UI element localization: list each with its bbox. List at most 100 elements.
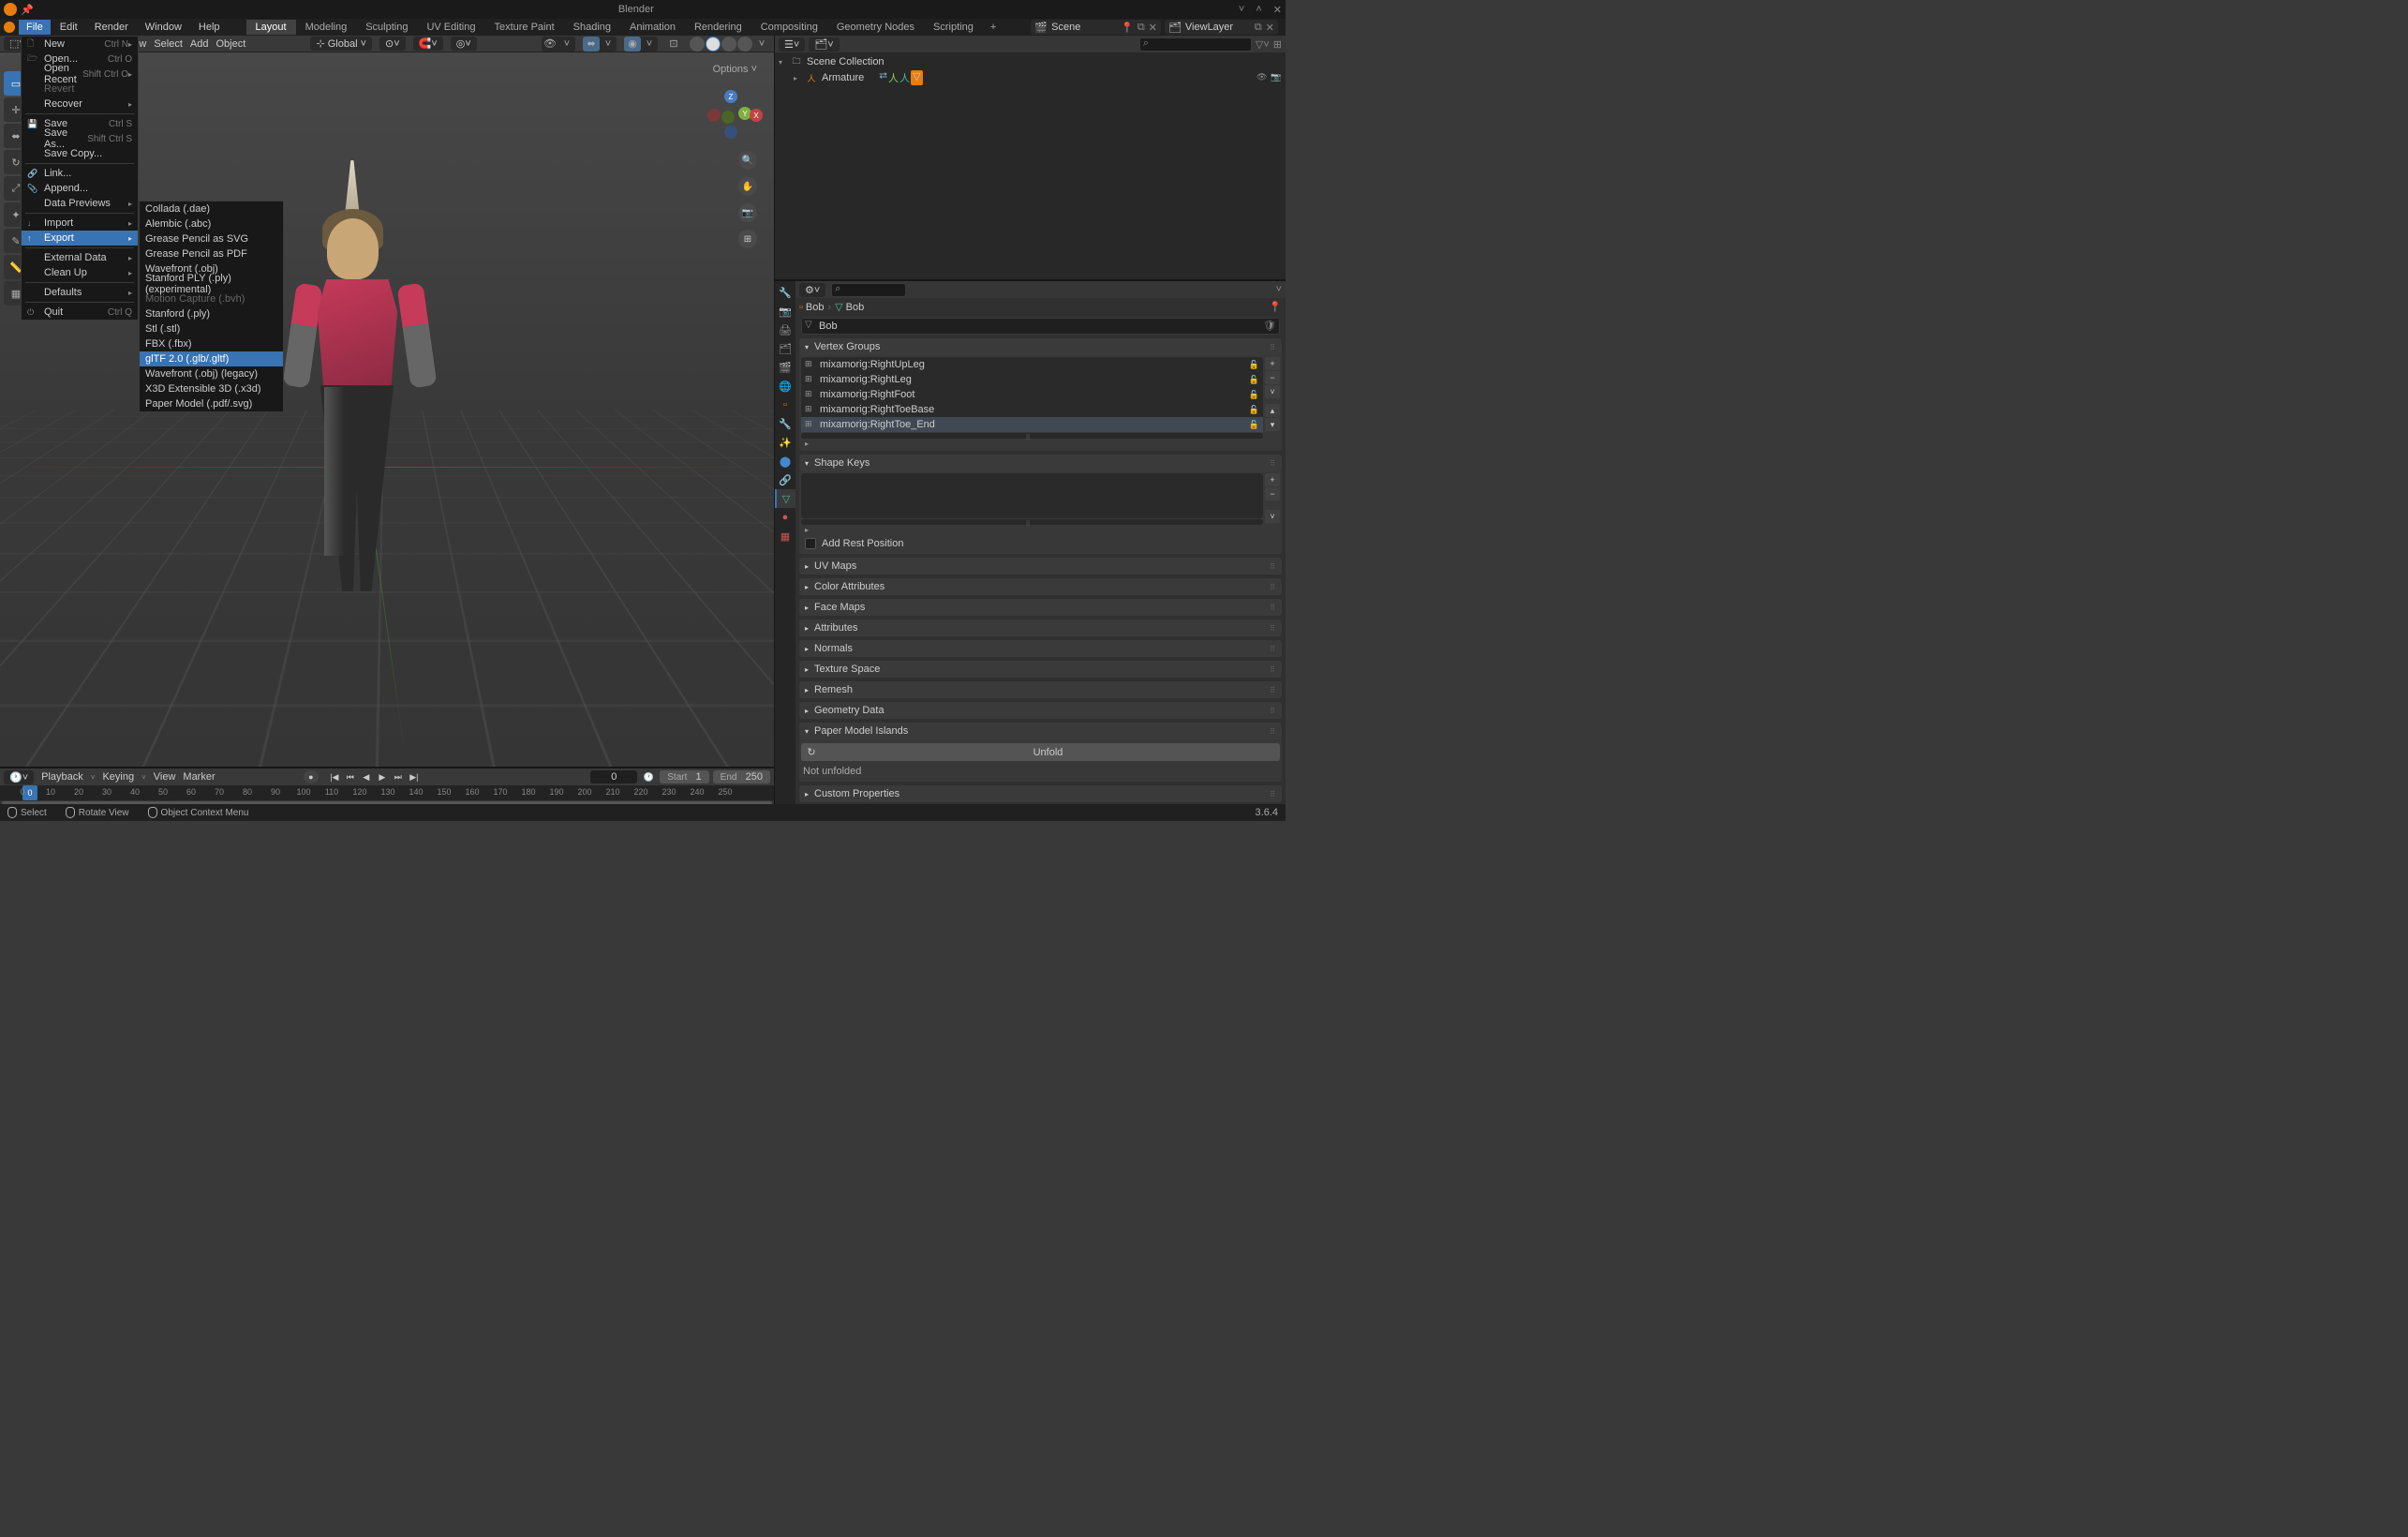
gizmo-yn-axis[interactable]	[721, 111, 735, 124]
mesh-name-input[interactable]	[801, 318, 1280, 335]
unfold-button[interactable]: ↻ Unfold	[801, 743, 1280, 761]
frame-lock-icon[interactable]: 🕐	[641, 770, 656, 783]
menu-render[interactable]: Render	[87, 20, 136, 35]
armature-mesh-icon[interactable]: ▽	[911, 70, 922, 85]
jump-prev-key-button[interactable]: ⏮	[343, 770, 358, 783]
outliner-display-dropdown[interactable]: 🗂˅	[809, 37, 839, 52]
panel-geometry-data[interactable]: ▸Geometry Data⠿	[799, 702, 1282, 719]
panel-texture-space[interactable]: ▸Texture Space⠿	[799, 661, 1282, 678]
prop-tab-data[interactable]: ▽	[775, 489, 795, 508]
fake-user-icon[interactable]: 🛡	[1263, 320, 1276, 332]
workspace-uv[interactable]: UV Editing	[417, 20, 484, 35]
panel-face-maps[interactable]: ▸Face Maps⠿	[799, 599, 1282, 616]
workspace-rendering[interactable]: Rendering	[685, 20, 751, 35]
workspace-animation[interactable]: Animation	[620, 20, 685, 35]
sk-expand-toggle[interactable]: ▸	[801, 525, 1263, 535]
timeline-ruler[interactable]: 0 01020304050607080901001101201301401501…	[0, 785, 774, 800]
shading-wireframe[interactable]	[690, 37, 705, 52]
shading-solid[interactable]	[706, 37, 721, 52]
pin-icon[interactable]: 📌	[21, 4, 34, 16]
viewlayer-new-icon[interactable]: ⧉	[1255, 22, 1262, 34]
armature-pose-icon[interactable]: 人	[888, 70, 899, 85]
panel-shape-keys[interactable]: ▾Shape Keys⠿	[799, 455, 1282, 471]
tree-row-collection[interactable]: ▾ 🗀 Scene Collection	[777, 54, 1284, 69]
armature-link-icon[interactable]: ⮂	[879, 70, 887, 85]
prop-tab-texture[interactable]: ▦	[775, 527, 795, 545]
lock-icon[interactable]: 🔓	[1249, 360, 1259, 370]
disclosure-triangle-icon[interactable]: ▸	[794, 74, 801, 82]
workspace-scripting[interactable]: Scripting	[924, 20, 983, 35]
export-gp-svg[interactable]: Grease Pencil as SVG	[140, 231, 283, 246]
prop-tab-physics[interactable]: ⬤	[775, 452, 795, 470]
vg-remove-button[interactable]: −	[1265, 371, 1280, 384]
panel-normals[interactable]: ▸Normals⠿	[799, 640, 1282, 657]
menu-export[interactable]: ↑Export▸	[22, 231, 138, 246]
character-mesh[interactable]	[294, 181, 425, 668]
sk-specials-button[interactable]: ˅	[1265, 510, 1280, 523]
menu-external-data[interactable]: External Data▸	[22, 250, 138, 265]
visibility-icon[interactable]: 👁	[1256, 72, 1268, 83]
prop-tab-scene[interactable]: 🎬	[775, 358, 795, 377]
export-stanford-ply-exp[interactable]: Stanford PLY (.ply) (experimental)	[140, 276, 283, 291]
sk-add-button[interactable]: +	[1265, 473, 1280, 486]
pan-button[interactable]: ✋	[738, 177, 757, 196]
scene-name-input[interactable]	[1051, 22, 1117, 33]
viewlayer-selector[interactable]: 🗂 ⧉ ✕	[1165, 20, 1278, 35]
blender-icon[interactable]	[4, 22, 15, 33]
outliner-search-input[interactable]	[1139, 37, 1252, 52]
prop-tab-material[interactable]: ●	[775, 508, 795, 527]
export-fbx[interactable]: FBX (.fbx)	[140, 336, 283, 351]
properties-options-icon[interactable]: ˅	[1276, 284, 1282, 295]
timeline-marker[interactable]: Marker	[183, 771, 215, 783]
menu-save-as[interactable]: Save As...Shift Ctrl S	[22, 131, 138, 146]
export-gltf[interactable]: glTF 2.0 (.glb/.gltf)	[140, 351, 283, 366]
workspace-layout[interactable]: Layout	[246, 20, 296, 35]
viewport-menu-object[interactable]: Object	[216, 38, 246, 50]
panel-uv-maps[interactable]: ▸UV Maps⠿	[799, 558, 1282, 575]
vertex-group-row[interactable]: ⊞mixamorig:RightUpLeg🔓	[801, 357, 1263, 372]
menu-window[interactable]: Window	[138, 20, 189, 35]
orientation-dropdown[interactable]: ⊹ Global ˅	[310, 37, 372, 51]
jump-end-button[interactable]: ▶|	[407, 770, 422, 783]
viewlayer-name-input[interactable]	[1185, 22, 1251, 33]
vg-move-down-button[interactable]: ▾	[1265, 418, 1280, 431]
workspace-modeling[interactable]: Modeling	[296, 20, 357, 35]
vertex-group-row[interactable]: ⊞mixamorig:RightLeg🔓	[801, 372, 1263, 387]
shading-rendered[interactable]	[737, 37, 752, 52]
camera-button[interactable]: 📷	[738, 203, 757, 222]
export-wavefront-legacy[interactable]: Wavefront (.obj) (legacy)	[140, 366, 283, 381]
overlays-toggle[interactable]: ◉˅	[624, 37, 658, 52]
snap-dropdown[interactable]: 🧲˅	[413, 37, 443, 51]
viewport-options-dropdown[interactable]: Options ˅	[706, 62, 765, 77]
xray-toggle[interactable]: ⊡	[665, 37, 682, 52]
timeline-view[interactable]: View	[154, 771, 176, 783]
workspace-geonodes[interactable]: Geometry Nodes	[827, 20, 924, 35]
export-x3d[interactable]: X3D Extensible 3D (.x3d)	[140, 381, 283, 396]
nav-gizmo[interactable]: Z Y X	[703, 90, 759, 146]
menu-open-recent[interactable]: Open RecentShift Ctrl O▸	[22, 67, 138, 82]
armature-data-icon[interactable]: 人	[899, 70, 910, 85]
current-frame-field[interactable]: 0	[590, 770, 637, 783]
viewlayer-delete-icon[interactable]: ✕	[1266, 22, 1274, 34]
render-visibility-icon[interactable]: 📷	[1271, 72, 1282, 83]
maximize-button[interactable]: ˄	[1256, 4, 1261, 16]
play-reverse-button[interactable]: ◀	[359, 770, 374, 783]
workspace-sculpting[interactable]: Sculpting	[356, 20, 417, 35]
prop-tab-particles[interactable]: ✨	[775, 433, 795, 452]
menu-file[interactable]: File	[19, 20, 51, 35]
prop-tab-modifiers[interactable]: 🔧	[775, 414, 795, 433]
panel-attributes[interactable]: ▸Attributes⠿	[799, 619, 1282, 636]
viewport-menu-add[interactable]: Add	[190, 38, 209, 50]
sk-remove-button[interactable]: −	[1265, 487, 1280, 500]
prop-tab-render[interactable]: 📷	[775, 302, 795, 321]
proportional-dropdown[interactable]: ◎˅	[451, 37, 477, 51]
export-paper-model[interactable]: Paper Model (.pdf/.svg)	[140, 396, 283, 411]
workspace-texture[interactable]: Texture Paint	[484, 20, 563, 35]
menu-import[interactable]: ↓Import▸	[22, 216, 138, 231]
export-gp-pdf[interactable]: Grease Pencil as PDF	[140, 246, 283, 261]
timeline-playback[interactable]: Playback	[41, 771, 83, 783]
lock-icon[interactable]: 🔓	[1249, 390, 1259, 400]
outliner-editor-dropdown[interactable]: ☰˅	[779, 37, 805, 52]
export-stanford-ply[interactable]: Stanford (.ply)	[140, 306, 283, 321]
close-button[interactable]: ✕	[1273, 4, 1282, 16]
